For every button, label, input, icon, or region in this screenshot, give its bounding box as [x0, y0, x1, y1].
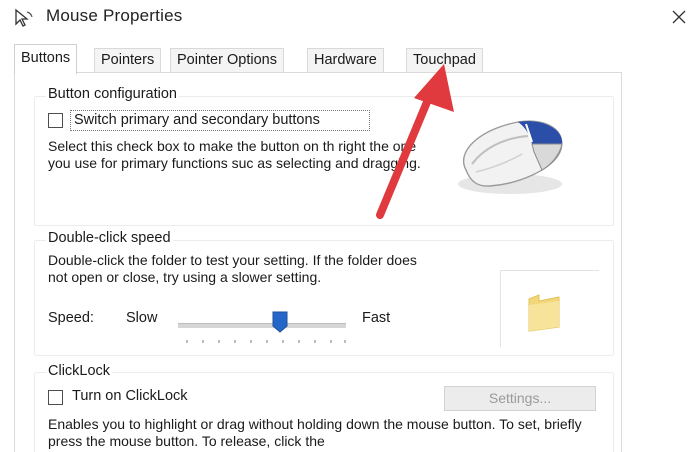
fast-label: Fast	[362, 310, 391, 326]
switch-buttons-label[interactable]: Switch primary and secondary buttons	[74, 112, 320, 128]
tab-touchpad[interactable]: Touchpad	[406, 48, 483, 72]
tab-hardware[interactable]: Hardware	[307, 48, 384, 72]
close-icon	[672, 10, 686, 24]
title-bar: Mouse Properties	[0, 0, 700, 36]
mouse-pointer-icon	[15, 8, 33, 27]
clicklock-settings-button[interactable]: Settings...	[444, 386, 596, 411]
clicklock-title: ClickLock	[46, 363, 113, 379]
speed-label: Speed:	[48, 310, 94, 326]
button-config-description: Select this check box to make the button…	[48, 138, 421, 171]
tab-buttons[interactable]: Buttons	[14, 44, 78, 74]
mouse-properties-window: Mouse Properties Buttons Pointers Pointe…	[0, 0, 700, 452]
mouse-illustration-icon	[458, 120, 563, 194]
tab-pointer-options[interactable]: Pointer Options	[170, 48, 284, 72]
tab-pointers[interactable]: Pointers	[94, 48, 162, 72]
close-button[interactable]	[664, 4, 694, 30]
double-click-speed-slider-thumb[interactable]	[272, 311, 288, 333]
double-click-test-area[interactable]	[500, 270, 599, 347]
double-click-description: Double-click the folder to test your set…	[48, 252, 417, 285]
folder-icon[interactable]	[525, 291, 565, 333]
double-click-speed-title: Double-click speed	[46, 230, 173, 246]
switch-buttons-checkbox[interactable]	[48, 113, 63, 128]
window-title: Mouse Properties	[46, 6, 183, 25]
slider-ticks	[186, 340, 346, 344]
button-configuration-title: Button configuration	[46, 86, 179, 102]
turn-on-clicklock-checkbox[interactable]	[48, 390, 63, 405]
double-click-speed-slider-track[interactable]	[178, 323, 346, 328]
slow-label: Slow	[126, 310, 158, 326]
clicklock-description: Enables you to highlight or drag without…	[48, 416, 582, 449]
turn-on-clicklock-label[interactable]: Turn on ClickLock	[72, 388, 188, 404]
